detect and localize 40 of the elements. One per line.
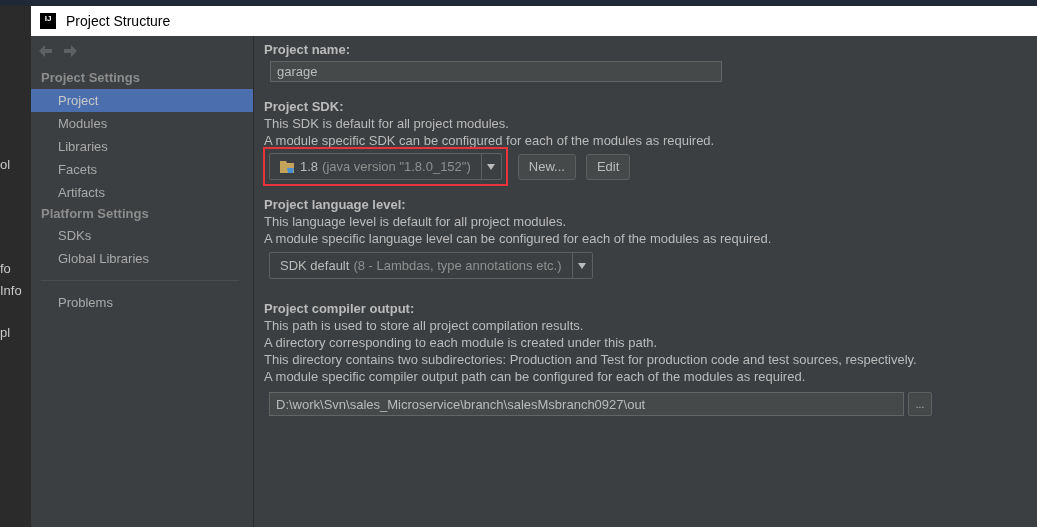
sidebar-item[interactable]: Modules: [31, 112, 253, 135]
sidebar-item[interactable]: Global Libraries: [31, 247, 253, 270]
description-text: A directory corresponding to each module is created under this path.: [264, 334, 659, 351]
description-text: This SDK is default for all project modules.: [264, 115, 510, 132]
description-text: This path is used to store all project compilation results.: [264, 317, 585, 334]
sdk-button[interactable]: Edit: [585, 153, 631, 180]
sidebar-item[interactable]: Artifacts: [31, 181, 253, 204]
description-text: A module specific compiler output path can be configured for each of the modules as required.: [264, 368, 807, 385]
description-text: A module specific language level can be configured for each of the modules as required.: [264, 230, 773, 247]
section-heading: Project Settings: [40, 69, 141, 87]
sidebar-item[interactable]: Project: [31, 89, 253, 112]
background-text: pl: [0, 325, 11, 340]
section-label: Project SDK:: [264, 98, 345, 115]
folder-icon: [280, 159, 296, 174]
app-logo: IJ: [40, 13, 56, 29]
background-text: fo: [0, 261, 11, 276]
back-icon[interactable]: [39, 45, 53, 57]
sidebar-item[interactable]: Problems: [31, 291, 253, 314]
window-title: Project Structure: [66, 13, 171, 29]
background-text: ol: [0, 157, 11, 172]
project-name-field[interactable]: garage: [270, 61, 722, 82]
field-label: Project name:: [264, 41, 351, 58]
forward-icon[interactable]: [63, 45, 77, 57]
caret-icon: [486, 163, 497, 170]
description-text: This language level is default for all project modules.: [264, 213, 568, 230]
section-label: Project compiler output:: [264, 300, 416, 317]
description-text: This directory contains two subdirectories: Production and Test for production code and test sources, respectively.: [264, 351, 918, 368]
output-path-field[interactable]: D:\work\Svn\sales_Microservice\branch\salesMsbranch0927\out: [269, 392, 904, 416]
language-level-dropdown[interactable]: SDK default (8 - Lambdas, type annotations etc.): [269, 252, 593, 279]
description-text: A module specific SDK can be configured for each of the modules as required.: [264, 132, 716, 149]
background-text: Info: [0, 283, 22, 298]
sidebar-item[interactable]: Facets: [31, 158, 253, 181]
sdk-button[interactable]: New...: [517, 153, 576, 180]
section-heading: Platform Settings: [40, 205, 150, 223]
browse-button[interactable]: ...: [908, 392, 932, 416]
sdk-dropdown[interactable]: 1.8 (java version "1.8.0_152"): [269, 153, 502, 180]
caret-icon: [577, 262, 587, 269]
sidebar-item[interactable]: Libraries: [31, 135, 253, 158]
section-label: Project language level:: [264, 196, 407, 213]
sidebar-item[interactable]: SDKs: [31, 224, 253, 247]
